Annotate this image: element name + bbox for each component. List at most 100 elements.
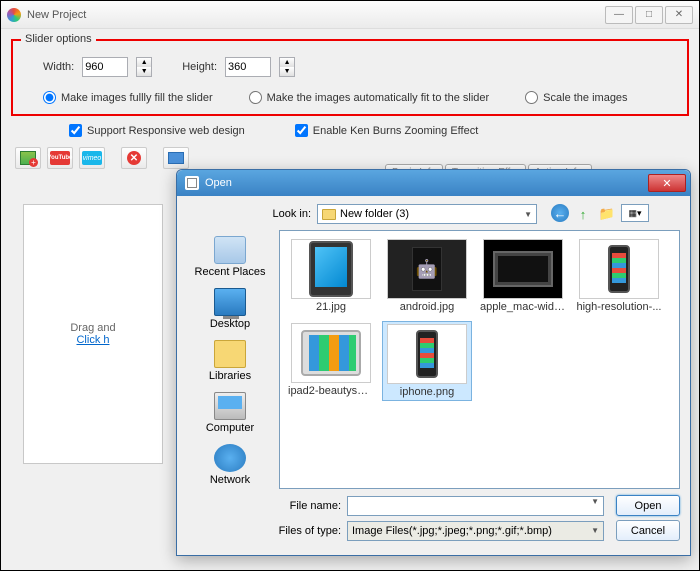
radio-fit-input[interactable] — [249, 91, 262, 104]
filename-row: File name: ▼ Open — [275, 495, 680, 516]
lookin-select[interactable]: New folder (3) ▼ — [317, 204, 537, 224]
open-dialog: Open ✕ Look in: New folder (3) ▼ ← ↑ 📁 ▦… — [176, 169, 691, 556]
window-controls: — □ ✕ — [605, 6, 693, 24]
minimize-button[interactable]: — — [605, 6, 633, 24]
recent-places-icon — [214, 236, 246, 264]
nav-icons: ← ↑ 📁 ▦▾ — [551, 204, 649, 224]
place-recent[interactable]: Recent Places — [195, 236, 266, 278]
height-input[interactable] — [225, 57, 271, 77]
place-network[interactable]: Network — [210, 444, 250, 486]
thumb — [579, 239, 659, 299]
open-folder-button[interactable] — [163, 147, 189, 169]
chevron-down-icon: ▼ — [591, 526, 599, 535]
file-item-highres[interactable]: high-resolution-... — [574, 237, 664, 315]
file-grid: 21.jpg android.jpg apple_mac-wide... hig… — [286, 237, 673, 401]
add-youtube-button[interactable]: YouTube — [47, 147, 73, 169]
view-menu-button[interactable]: ▦▾ — [621, 204, 649, 222]
back-button[interactable]: ← — [551, 204, 569, 222]
open-main: Recent Places Desktop Libraries Computer… — [187, 230, 680, 489]
add-vimeo-button[interactable]: vimeo — [79, 147, 105, 169]
chevron-down-icon: ▼ — [591, 497, 599, 506]
file-name: iphone.png — [385, 386, 469, 398]
height-spinner[interactable]: ▲▼ — [279, 57, 295, 77]
thumb — [483, 239, 563, 299]
file-pane[interactable]: 21.jpg android.jpg apple_mac-wide... hig… — [279, 230, 680, 489]
width-up[interactable]: ▲ — [137, 58, 151, 67]
thumb — [291, 323, 371, 383]
drop-area[interactable]: Drag and Click h — [23, 204, 163, 464]
place-desktop-label: Desktop — [210, 318, 250, 330]
close-button[interactable]: ✕ — [665, 6, 693, 24]
open-dialog-title: Open — [205, 177, 648, 189]
youtube-icon: YouTube — [50, 151, 70, 165]
filetype-select[interactable]: Image Files(*.jpg;*.jpeg;*.png;*.gif;*.b… — [347, 521, 604, 541]
place-computer[interactable]: Computer — [206, 392, 254, 434]
file-item-android[interactable]: android.jpg — [382, 237, 472, 315]
width-input[interactable] — [82, 57, 128, 77]
file-item-21[interactable]: 21.jpg — [286, 237, 376, 315]
cancel-button[interactable]: Cancel — [616, 520, 680, 541]
lookin-row: Look in: New folder (3) ▼ ← ↑ 📁 ▦▾ — [265, 204, 680, 224]
lookin-value: New folder (3) — [340, 208, 409, 220]
radio-scale-label: Scale the images — [543, 92, 627, 104]
thumb — [291, 239, 371, 299]
file-name: high-resolution-... — [576, 301, 662, 313]
place-desktop[interactable]: Desktop — [210, 288, 250, 330]
radio-fill[interactable]: Make images fullly fill the slider — [43, 91, 213, 104]
thumb — [387, 324, 467, 384]
place-computer-label: Computer — [206, 422, 254, 434]
group-title: Slider options — [21, 33, 96, 45]
open-bottom: File name: ▼ Open Files of type: Image F… — [275, 489, 680, 547]
file-name: ipad2-beautysho... — [288, 385, 374, 397]
file-item-ipad2[interactable]: ipad2-beautysho... — [286, 321, 376, 401]
width-label: Width: — [43, 61, 74, 73]
check-kenburns[interactable]: Enable Ken Burns Zooming Effect — [295, 124, 479, 137]
add-image-button[interactable] — [15, 147, 41, 169]
dimensions-row: Width: ▲▼ Height: ▲▼ — [43, 57, 677, 77]
width-spinner[interactable]: ▲▼ — [136, 57, 152, 77]
drop-link[interactable]: Click h — [76, 334, 109, 346]
place-network-label: Network — [210, 474, 250, 486]
filetype-label: Files of type: — [275, 525, 341, 537]
check-kenburns-input[interactable] — [295, 124, 308, 137]
open-body: Look in: New folder (3) ▼ ← ↑ 📁 ▦▾ Recen… — [177, 196, 690, 555]
checks-row: Support Responsive web design Enable Ken… — [69, 124, 689, 137]
new-folder-button[interactable]: 📁 — [597, 204, 617, 224]
file-item-iphone[interactable]: iphone.png — [382, 321, 472, 401]
height-up[interactable]: ▲ — [280, 58, 294, 67]
folder-icon — [322, 209, 336, 220]
height-down[interactable]: ▼ — [280, 67, 294, 76]
chevron-down-icon: ▼ — [524, 210, 532, 219]
height-label: Height: — [182, 61, 217, 73]
delete-button[interactable]: ✕ — [121, 147, 147, 169]
filetype-value: Image Files(*.jpg;*.jpeg;*.png;*.gif;*.b… — [352, 525, 552, 537]
drop-text: Drag and — [70, 322, 115, 334]
radio-fill-label: Make images fullly fill the slider — [61, 92, 213, 104]
delete-icon: ✕ — [127, 151, 141, 165]
window-title: New Project — [27, 9, 605, 21]
open-button[interactable]: Open — [616, 495, 680, 516]
radio-fill-input[interactable] — [43, 91, 56, 104]
content-area: Slider options Width: ▲▼ Height: ▲▼ Make… — [1, 29, 699, 183]
slider-options-group: Slider options Width: ▲▼ Height: ▲▼ Make… — [11, 39, 689, 116]
radio-scale-input[interactable] — [525, 91, 538, 104]
open-dialog-icon — [185, 176, 199, 190]
place-libraries[interactable]: Libraries — [209, 340, 251, 382]
file-item-mac[interactable]: apple_mac-wide... — [478, 237, 568, 315]
file-name: android.jpg — [384, 301, 470, 313]
radio-fit[interactable]: Make the images automatically fit to the… — [249, 91, 490, 104]
libraries-icon — [214, 340, 246, 368]
open-titlebar: Open ✕ — [177, 170, 690, 196]
open-close-button[interactable]: ✕ — [648, 174, 686, 192]
filename-input[interactable]: ▼ — [347, 496, 604, 516]
file-name: 21.jpg — [288, 301, 374, 313]
check-responsive-input[interactable] — [69, 124, 82, 137]
up-button[interactable]: ↑ — [573, 204, 593, 224]
radio-scale[interactable]: Scale the images — [525, 91, 627, 104]
maximize-button[interactable]: □ — [635, 6, 663, 24]
network-icon — [214, 444, 246, 472]
lookin-label: Look in: — [265, 208, 311, 220]
check-responsive[interactable]: Support Responsive web design — [69, 124, 245, 137]
vimeo-icon: vimeo — [82, 151, 102, 165]
width-down[interactable]: ▼ — [137, 67, 151, 76]
